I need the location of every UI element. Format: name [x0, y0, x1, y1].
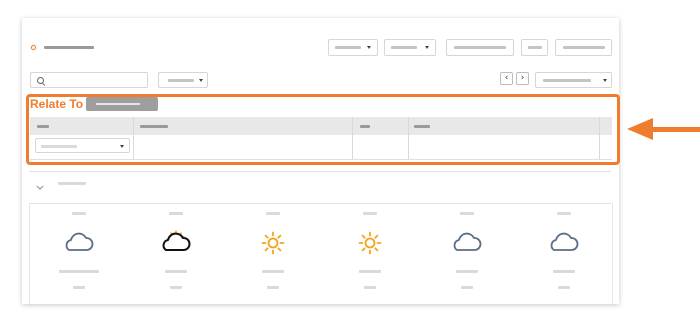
pointer-arrow-shaft — [650, 127, 700, 132]
chevron-down-icon — [425, 46, 429, 49]
sun-icon — [256, 230, 290, 261]
condition-label-placeholder — [164, 270, 187, 273]
partly-sunny-cloud-icon — [159, 230, 193, 261]
weather-day — [224, 206, 321, 296]
header-dropdown-1[interactable] — [328, 39, 378, 56]
chevron-left-icon: ‹ — [504, 73, 509, 83]
day-label-placeholder — [71, 212, 86, 215]
button-label-placeholder — [454, 46, 506, 49]
condition-label-placeholder — [261, 270, 284, 273]
condition-label-placeholder — [455, 270, 478, 273]
header-button-3[interactable] — [555, 39, 612, 56]
header-button-2[interactable] — [521, 39, 548, 56]
temperature-placeholder — [557, 286, 570, 289]
day-label-placeholder — [362, 212, 377, 215]
cloud-icon — [62, 230, 96, 261]
temperature-placeholder — [363, 286, 376, 289]
weather-day — [321, 206, 418, 296]
next-page-button[interactable]: › — [516, 72, 529, 85]
dropdown-label-placeholder — [391, 46, 417, 49]
gear-icon[interactable] — [30, 44, 37, 51]
temperature-placeholder — [266, 286, 279, 289]
day-label-placeholder — [168, 212, 183, 215]
sun-icon — [353, 230, 387, 261]
temperature-placeholder — [72, 286, 85, 289]
chevron-right-icon: › — [520, 73, 525, 83]
cloud-icon — [450, 230, 484, 261]
search-icon — [37, 77, 44, 84]
dropdown-label-placeholder — [543, 79, 591, 82]
day-label-placeholder — [265, 212, 280, 215]
panel-title-placeholder — [44, 46, 94, 49]
condition-label-placeholder — [552, 270, 575, 273]
temperature-placeholder — [460, 286, 473, 289]
chevron-down-icon — [367, 46, 371, 49]
chevron-down-icon — [199, 79, 203, 82]
condition-label-placeholder — [58, 270, 99, 273]
chevron-down-icon[interactable] — [36, 179, 44, 190]
dropdown-label-placeholder — [168, 79, 194, 82]
weather-day — [515, 206, 612, 296]
pointer-arrow-head — [627, 118, 653, 140]
dropdown-label-placeholder — [335, 46, 361, 49]
weather-day — [418, 206, 515, 296]
weather-day — [127, 206, 224, 296]
filter-dropdown[interactable] — [158, 72, 208, 88]
button-label-placeholder — [528, 46, 542, 49]
cloud-icon — [547, 230, 581, 261]
temperature-placeholder — [169, 286, 182, 289]
condition-label-placeholder — [358, 270, 381, 273]
header-dropdown-2[interactable] — [384, 39, 436, 56]
day-label-placeholder — [459, 212, 474, 215]
view-dropdown[interactable] — [535, 72, 612, 88]
day-label-placeholder — [556, 212, 571, 215]
prev-page-button[interactable]: ‹ — [500, 72, 513, 85]
section-title-placeholder — [58, 182, 86, 185]
relate-to-highlight — [26, 94, 620, 165]
section-divider — [29, 171, 611, 172]
search-input[interactable] — [30, 72, 148, 88]
weather-day — [30, 206, 127, 296]
button-label-placeholder — [563, 46, 605, 49]
chevron-down-icon — [603, 79, 607, 82]
header-button-1[interactable] — [446, 39, 514, 56]
